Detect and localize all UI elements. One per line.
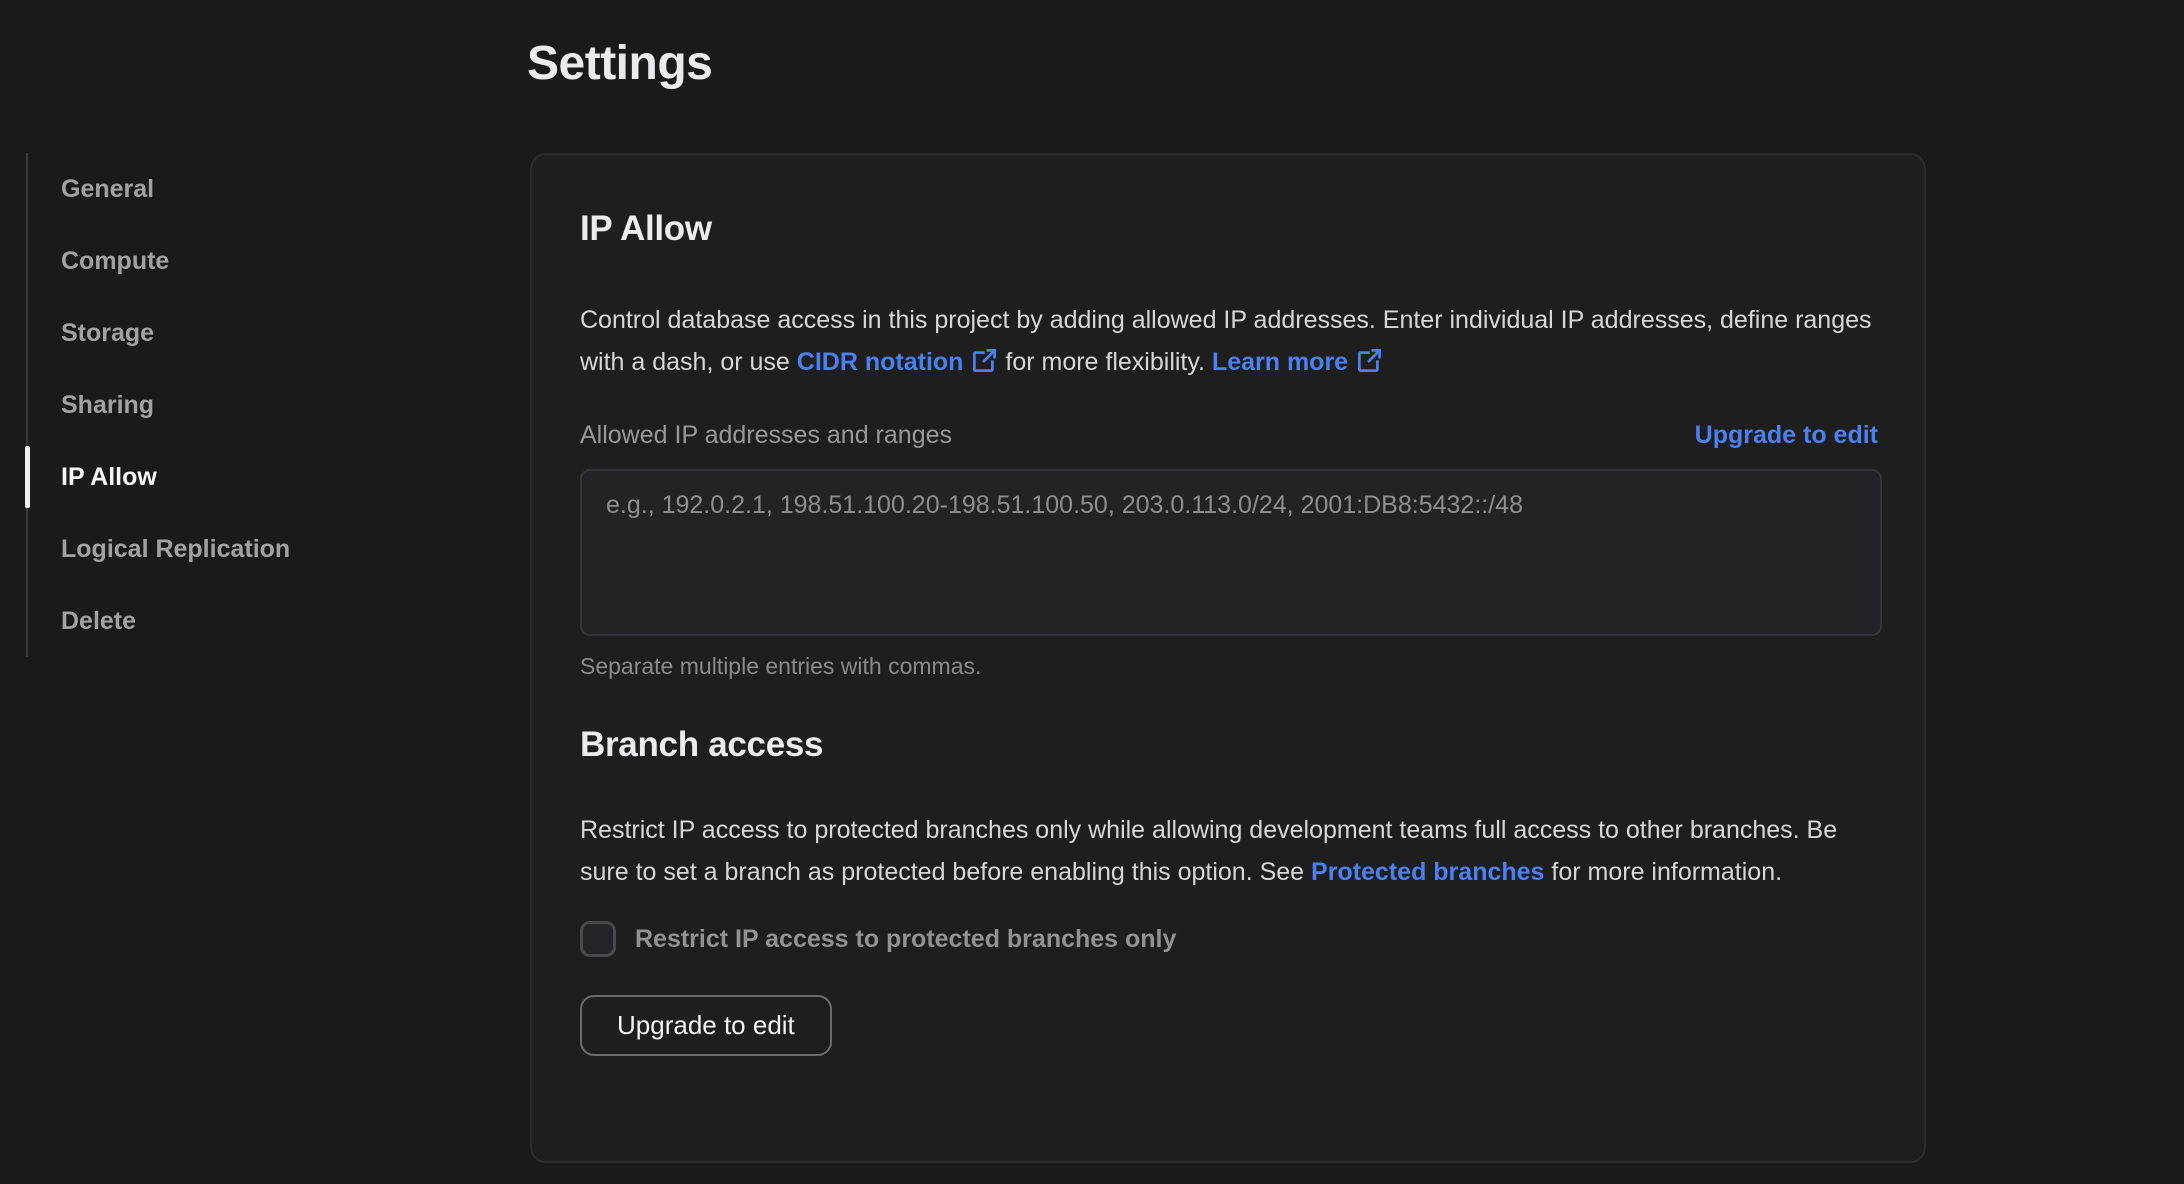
ip-allow-heading: IP Allow xyxy=(580,209,712,248)
page-title: Settings xyxy=(527,37,713,90)
description-text: for more flexibility. xyxy=(998,348,1212,376)
upgrade-to-edit-button[interactable]: Upgrade to edit xyxy=(580,995,832,1056)
cidr-notation-link[interactable]: CIDR notation xyxy=(797,348,999,376)
sidebar-item-ip-allow[interactable]: IP Allow xyxy=(25,441,496,513)
learn-more-link[interactable]: Learn more xyxy=(1212,348,1383,376)
protected-branches-link[interactable]: Protected branches xyxy=(1311,858,1544,886)
ip-field-header-row: Allowed IP addresses and ranges Upgrade … xyxy=(580,419,1878,451)
restrict-ip-checkbox-row: Restrict IP access to protected branches… xyxy=(580,921,1878,957)
sidebar-item-delete[interactable]: Delete xyxy=(28,585,496,657)
link-label: Learn more xyxy=(1211,348,1349,376)
restrict-ip-checkbox[interactable] xyxy=(580,921,616,957)
ip-addresses-textarea[interactable] xyxy=(580,469,1882,636)
upgrade-to-edit-link[interactable]: Upgrade to edit xyxy=(1695,421,1878,450)
link-label: CIDR notation xyxy=(796,348,964,376)
branch-access-description: Restrict IP access to protected branches… xyxy=(580,809,1878,893)
restrict-ip-checkbox-label: Restrict IP access to protected branches… xyxy=(635,924,1177,953)
description-text: for more information. xyxy=(1544,858,1783,886)
settings-sidebar: General Compute Storage Sharing IP Allow… xyxy=(25,153,496,657)
sidebar-item-label: Delete xyxy=(61,606,137,635)
textarea-helper-text: Separate multiple entries with commas. xyxy=(580,653,982,679)
sidebar-item-sharing[interactable]: Sharing xyxy=(28,369,496,441)
sidebar-item-label: Compute xyxy=(61,246,170,275)
sidebar-item-label: Sharing xyxy=(61,390,155,419)
sidebar-item-compute[interactable]: Compute xyxy=(28,225,496,297)
ip-allow-settings-card: IP Allow Control database access in this… xyxy=(530,153,1926,1163)
sidebar-item-label: Logical Replication xyxy=(61,534,291,563)
sidebar-item-label: General xyxy=(61,174,155,203)
sidebar-item-logical-replication[interactable]: Logical Replication xyxy=(28,513,496,585)
external-link-icon xyxy=(971,347,998,374)
sidebar-item-general[interactable]: General xyxy=(28,153,496,225)
ip-allow-description: Control database access in this project … xyxy=(580,299,1878,383)
sidebar-item-label: Storage xyxy=(61,318,155,347)
external-link-icon xyxy=(1356,347,1383,374)
ip-field-label: Allowed IP addresses and ranges xyxy=(580,420,952,449)
branch-access-heading: Branch access xyxy=(580,725,824,764)
sidebar-item-storage[interactable]: Storage xyxy=(28,297,496,369)
sidebar-item-label: IP Allow xyxy=(61,462,157,491)
